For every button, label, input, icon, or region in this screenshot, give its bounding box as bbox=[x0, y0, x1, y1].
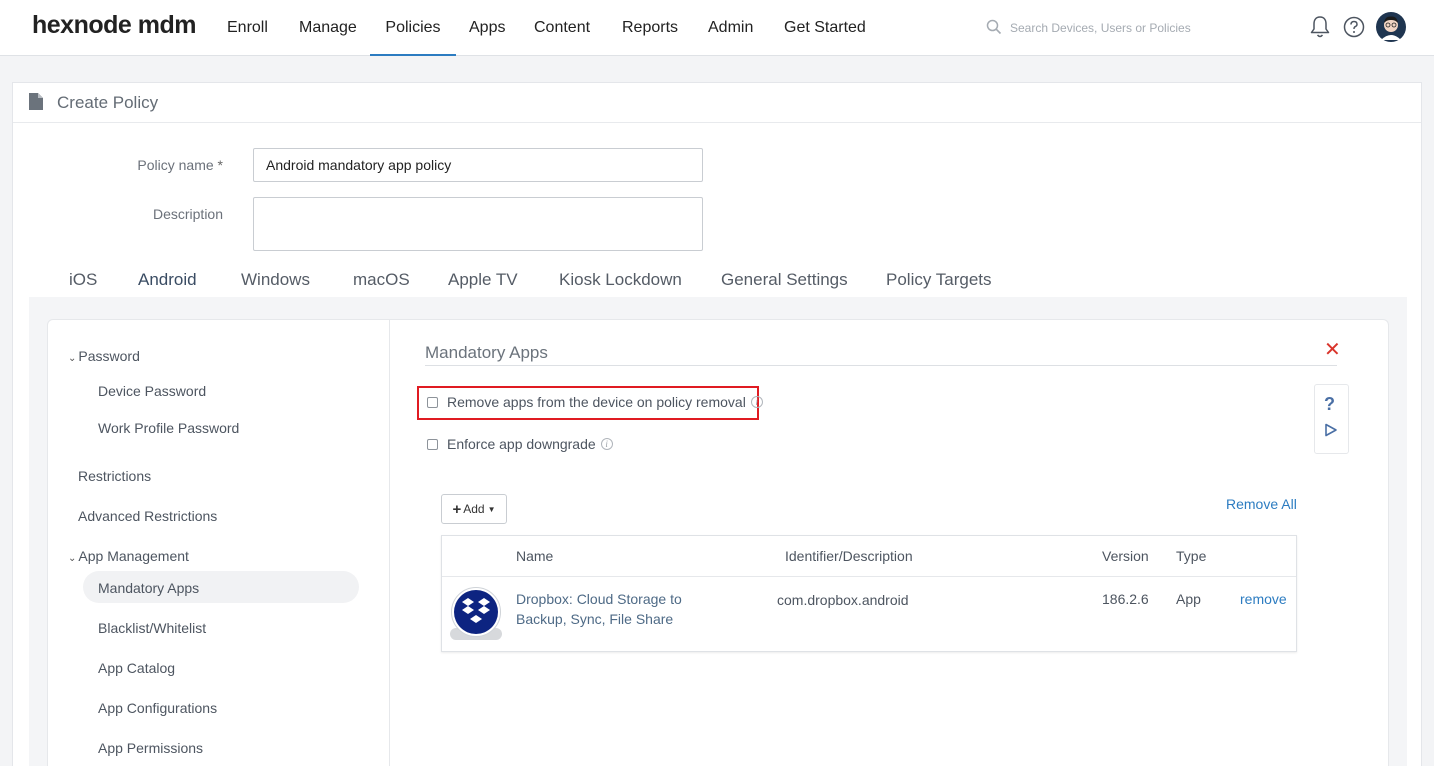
tab-general-settings[interactable]: General Settings bbox=[721, 270, 848, 298]
search-input[interactable] bbox=[1010, 18, 1230, 38]
avatar[interactable] bbox=[1376, 12, 1406, 42]
card-header: Create Policy bbox=[13, 83, 1421, 123]
tab-apple-tv[interactable]: Apple TV bbox=[448, 270, 518, 298]
tab-android[interactable]: Android bbox=[138, 270, 197, 298]
app-identifier: com.dropbox.android bbox=[777, 592, 909, 608]
question-mark-icon[interactable]: ? bbox=[1324, 394, 1335, 415]
sidebar-item-work-profile-password[interactable]: Work Profile Password bbox=[98, 420, 239, 436]
enforce-downgrade-checkbox[interactable] bbox=[427, 438, 438, 450]
tab-policy-targets[interactable]: Policy Targets bbox=[886, 270, 992, 298]
nav-manage[interactable]: Manage bbox=[299, 0, 357, 56]
sidebar-item-device-password[interactable]: Device Password bbox=[98, 383, 206, 399]
section-divider bbox=[425, 365, 1337, 366]
play-icon[interactable] bbox=[1324, 423, 1338, 437]
policy-config-panel: ⌄ Password Device Password Work Profile P… bbox=[47, 319, 1389, 766]
search-icon bbox=[986, 19, 1002, 35]
remove-all-link[interactable]: Remove All bbox=[1226, 496, 1297, 512]
enforce-downgrade-option[interactable]: Enforce app downgrade i bbox=[427, 436, 613, 452]
chevron-down-icon: ⌄ bbox=[68, 353, 77, 364]
column-header-identifier: Identifier/Description bbox=[785, 548, 913, 564]
tab-kiosk-lockdown[interactable]: Kiosk Lockdown bbox=[559, 270, 682, 298]
policy-config-area: ⌄ Password Device Password Work Profile P… bbox=[29, 297, 1407, 766]
header-divider bbox=[442, 576, 1296, 577]
chevron-down-icon: ⌄ bbox=[68, 553, 77, 564]
document-icon bbox=[29, 93, 43, 110]
tab-ios[interactable]: iOS bbox=[69, 270, 97, 298]
sidebar-item-restrictions[interactable]: Restrictions bbox=[78, 468, 151, 484]
app-type: App bbox=[1176, 591, 1201, 607]
nav-admin[interactable]: Admin bbox=[708, 0, 753, 56]
section-title: Mandatory Apps bbox=[425, 343, 548, 362]
tab-windows[interactable]: Windows bbox=[241, 270, 310, 298]
app-version: 186.2.6 bbox=[1102, 591, 1149, 607]
description-field[interactable] bbox=[253, 197, 703, 251]
nav-policies[interactable]: Policies bbox=[370, 0, 456, 56]
caret-down-icon: ▼ bbox=[487, 504, 496, 514]
create-policy-card: Create Policy Policy name * Description … bbox=[12, 82, 1422, 766]
remove-apps-checkbox[interactable] bbox=[427, 396, 438, 408]
remove-app-link[interactable]: remove bbox=[1240, 591, 1287, 607]
column-header-name: Name bbox=[516, 548, 554, 564]
dropbox-icon bbox=[450, 587, 502, 640]
sidebar-item-app-catalog[interactable]: App Catalog bbox=[98, 660, 175, 676]
column-header-version: Version bbox=[1102, 548, 1149, 564]
close-icon[interactable]: ✕ bbox=[1324, 340, 1341, 360]
mandatory-apps-table: Name Identifier/Description Version Type bbox=[441, 535, 1297, 652]
remove-apps-label: Remove apps from the device on policy re… bbox=[447, 394, 746, 410]
nav-apps[interactable]: Apps bbox=[469, 0, 505, 56]
sidebar-item-app-permissions[interactable]: App Permissions bbox=[98, 740, 203, 756]
description-label: Description bbox=[152, 206, 223, 222]
plus-icon: + bbox=[452, 500, 462, 518]
bell-icon[interactable] bbox=[1309, 15, 1331, 39]
top-navigation-bar: hexnode mdm Enroll Manage Policies Apps … bbox=[0, 0, 1434, 56]
sidebar-item-blacklist-whitelist[interactable]: Blacklist/Whitelist bbox=[98, 620, 206, 636]
hexnode-logo[interactable]: hexnode mdm bbox=[32, 11, 196, 40]
global-search bbox=[984, 16, 1234, 40]
sidebar-group-password[interactable]: ⌄ Password bbox=[68, 348, 140, 364]
sidebar-item-mandatory-apps[interactable]: Mandatory Apps bbox=[98, 580, 199, 596]
sidebar-group-app-management[interactable]: ⌄ App Management bbox=[68, 548, 189, 564]
tab-macos[interactable]: macOS bbox=[353, 270, 410, 298]
column-header-type: Type bbox=[1176, 548, 1207, 564]
info-icon[interactable]: i bbox=[750, 396, 763, 408]
sidebar-item-advanced-restrictions[interactable]: Advanced Restrictions bbox=[78, 508, 217, 524]
nav-enroll[interactable]: Enroll bbox=[227, 0, 268, 56]
page-title: Create Policy bbox=[57, 93, 159, 112]
remove-apps-option[interactable]: Remove apps from the device on policy re… bbox=[427, 394, 763, 410]
enforce-downgrade-label: Enforce app downgrade bbox=[447, 436, 596, 452]
app-name: Dropbox: Cloud Storage to Backup, Sync, … bbox=[516, 591, 682, 627]
policy-name-field[interactable] bbox=[253, 148, 703, 182]
policy-name-label: Policy name * bbox=[137, 157, 223, 173]
help-widget: ? bbox=[1314, 384, 1349, 454]
add-app-button[interactable]: + Add ▼ bbox=[441, 494, 507, 524]
info-icon[interactable]: i bbox=[600, 438, 613, 450]
nav-content[interactable]: Content bbox=[534, 0, 590, 56]
policy-sidebar: ⌄ Password Device Password Work Profile P… bbox=[48, 320, 390, 766]
help-circle-icon[interactable] bbox=[1343, 16, 1365, 38]
nav-get-started[interactable]: Get Started bbox=[784, 0, 866, 56]
nav-reports[interactable]: Reports bbox=[622, 0, 678, 56]
sidebar-item-app-configurations[interactable]: App Configurations bbox=[98, 700, 217, 716]
